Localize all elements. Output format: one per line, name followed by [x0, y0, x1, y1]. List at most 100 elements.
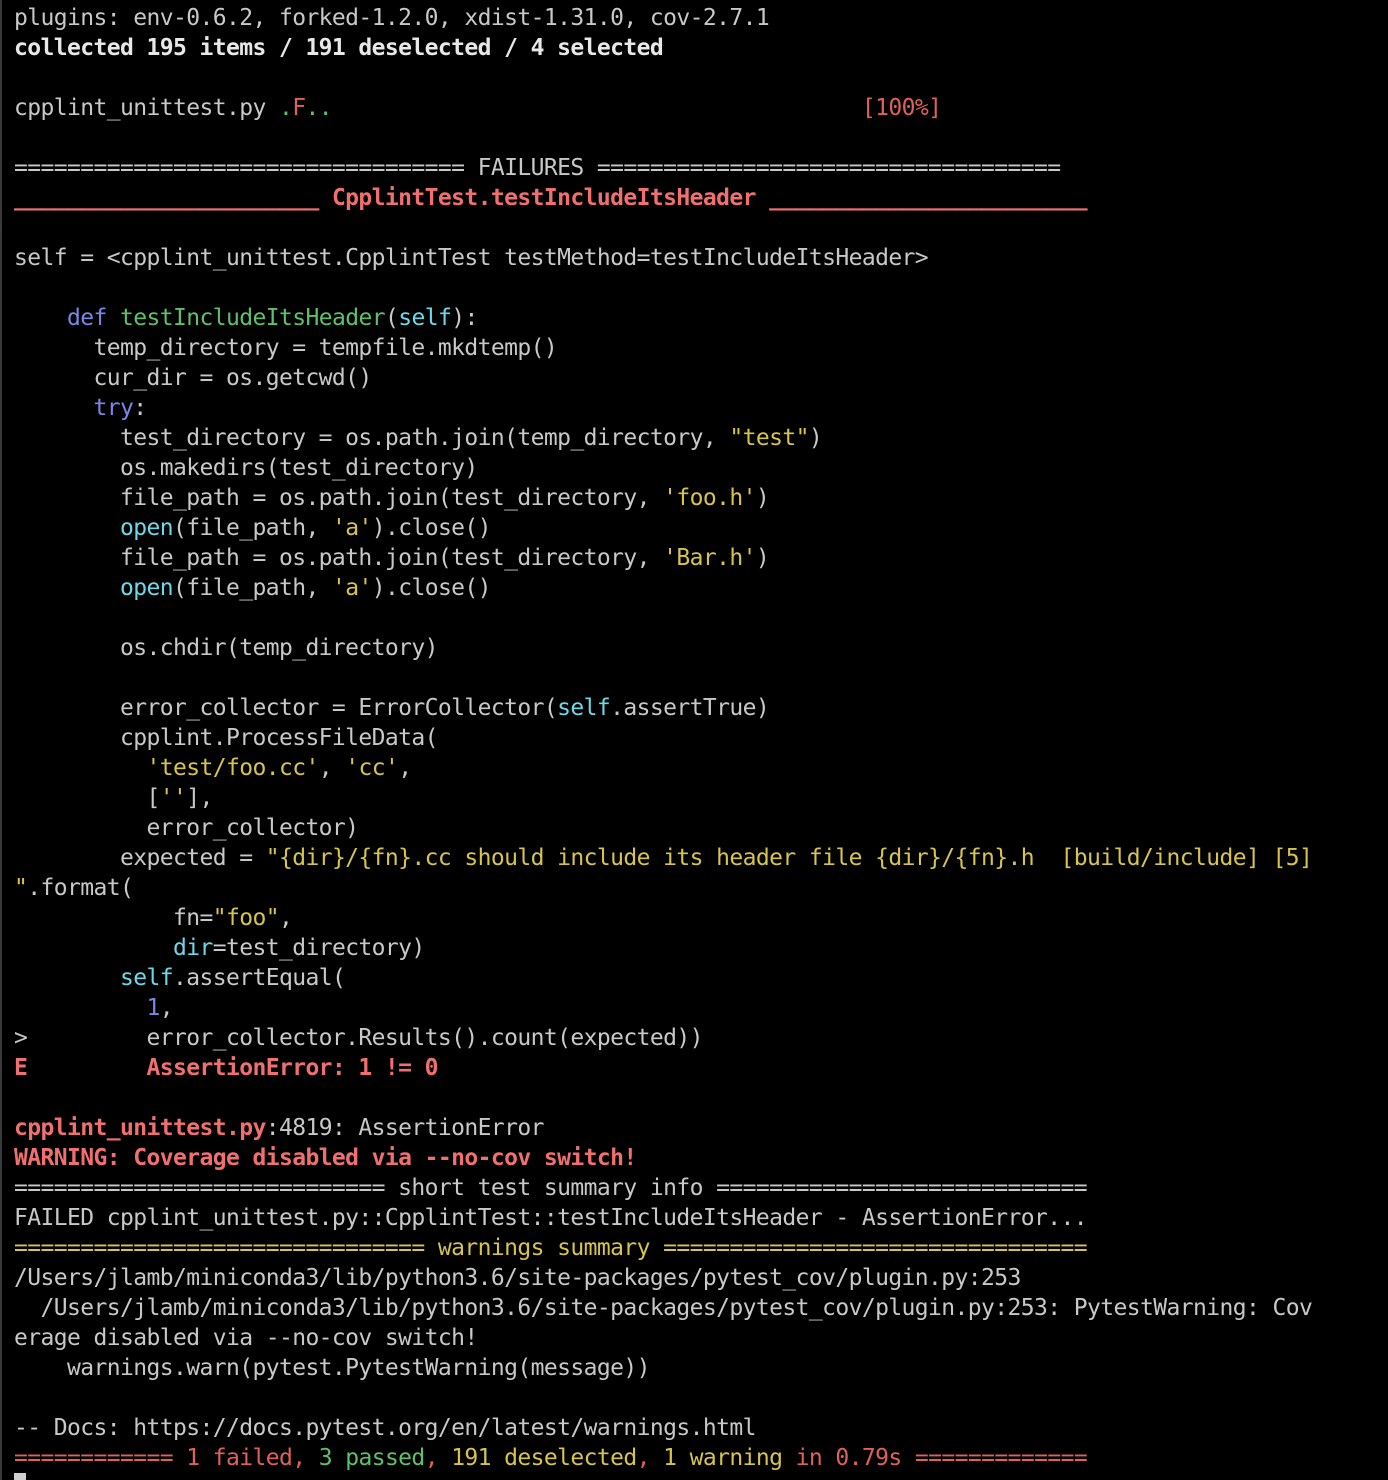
terminal-text: (file_path,	[172, 575, 332, 601]
terminal-line: plugins: env-0.6.2, forked-1.2.0, xdist-…	[14, 3, 1388, 33]
terminal-text: =============================== warnings…	[14, 1235, 1088, 1261]
terminal-text: )	[755, 485, 770, 511]
terminal-text: (	[384, 305, 399, 331]
terminal-text: _______________________	[14, 185, 332, 211]
terminal-text: error_collector)	[14, 815, 359, 841]
terminal-line: error_collector)	[14, 813, 1388, 843]
terminal-line: open(file_path, 'a').close()	[14, 573, 1388, 603]
terminal-text: 1	[146, 995, 160, 1021]
terminal-text: ).close()	[371, 575, 492, 601]
terminal-text: error_collector = ErrorCollector(	[14, 695, 558, 721]
terminal-text: file_path = os.path.join(test_directory,	[14, 485, 664, 511]
terminal-text: 'test/foo.cc'	[146, 755, 319, 781]
terminal-line: collected 195 items / 191 deselected / 4…	[14, 33, 1388, 63]
terminal-line: FAILED cpplint_unittest.py::CpplintTest:…	[14, 1203, 1388, 1233]
terminal-line: ============================ short test …	[14, 1173, 1388, 1203]
terminal-text: .assertEqual(	[172, 965, 346, 991]
terminal-text: self	[119, 965, 174, 991]
terminal-text: :	[133, 395, 147, 421]
terminal-text: /Users/jlamb/miniconda3/lib/python3.6/si…	[14, 1265, 1021, 1291]
terminal-text: open	[119, 515, 174, 541]
terminal-text: cpplint.ProcessFileData(	[14, 725, 439, 751]
terminal-line: self = <cpplint_unittest.CpplintTest tes…	[14, 243, 1388, 273]
terminal-line: error_collector = ErrorCollector(self.as…	[14, 693, 1388, 723]
terminal-text: plugins: env-0.6.2, forked-1.2.0, xdist-…	[14, 5, 770, 31]
terminal-text: [	[14, 785, 160, 811]
terminal-text: ).close()	[371, 515, 492, 541]
terminal-text: (file_path,	[172, 515, 332, 541]
terminal-text: file_path = os.path.join(test_directory,	[14, 545, 664, 571]
terminal-line: cpplint_unittest.py:4819: AssertionError	[14, 1113, 1388, 1143]
terminal-text: warnings.warn(pytest.PytestWarning(messa…	[14, 1355, 650, 1381]
terminal-line: os.chdir(temp_directory)	[14, 633, 1388, 663]
terminal-line: cpplint_unittest.py .F.. [100%]	[14, 93, 1388, 123]
terminal-text: self	[398, 305, 452, 331]
terminal-text: :4819: AssertionError	[265, 1115, 545, 1141]
terminal-line: test_directory = os.path.join(temp_direc…	[14, 423, 1388, 453]
terminal-text: erage disabled via --no-cov switch!	[14, 1325, 478, 1351]
terminal-text: .	[278, 95, 293, 121]
terminal-text: 'a'	[331, 515, 372, 541]
text-cursor	[14, 1473, 26, 1480]
terminal-line: 'test/foo.cc', 'cc',	[14, 753, 1388, 783]
terminal-line: /Users/jlamb/miniconda3/lib/python3.6/si…	[14, 1263, 1388, 1293]
terminal-line: =============================== warnings…	[14, 1233, 1388, 1263]
terminal-text: "test"	[729, 425, 809, 451]
terminal-line: _______________________ CpplintTest.test…	[14, 183, 1388, 213]
terminal-text: "	[14, 875, 28, 901]
terminal-text: ..	[305, 95, 332, 121]
terminal-line: cpplint.ProcessFileData(	[14, 723, 1388, 753]
terminal-line: /Users/jlamb/miniconda3/lib/python3.6/si…	[14, 1293, 1388, 1323]
terminal-text: ________________________	[755, 185, 1088, 211]
terminal-line: def testIncludeItsHeader(self):	[14, 303, 1388, 333]
terminal-line: erage disabled via --no-cov switch!	[14, 1323, 1388, 1353]
terminal-line: dir=test_directory)	[14, 933, 1388, 963]
terminal-text: /Users/jlamb/miniconda3/lib/python3.6/si…	[14, 1295, 1313, 1321]
terminal-line: cur_dir = os.getcwd()	[14, 363, 1388, 393]
terminal-text: cpplint_unittest.py	[14, 95, 279, 121]
terminal-text: 'a'	[331, 575, 372, 601]
terminal-text: F	[292, 95, 306, 121]
terminal-line: os.makedirs(test_directory)	[14, 453, 1388, 483]
terminal-text: ,	[424, 1445, 452, 1471]
terminal-text: CpplintTest.testIncludeItsHeader	[331, 185, 757, 211]
terminal-text: [100%]	[331, 95, 942, 121]
terminal-line: -- Docs: https://docs.pytest.org/en/late…	[14, 1413, 1388, 1443]
terminal-text: ,	[278, 905, 293, 931]
terminal-text: ,	[636, 1445, 664, 1471]
terminal-text: test_directory = os.path.join(temp_direc…	[14, 425, 730, 451]
terminal-text: ,	[318, 755, 346, 781]
terminal-text: ============================ short test …	[14, 1175, 1088, 1201]
terminal-text: cpplint_unittest.py	[14, 1115, 266, 1141]
prompt-line[interactable]	[14, 1473, 1388, 1480]
terminal-text: 'Bar.h'	[663, 545, 756, 571]
terminal-line: fn="foo",	[14, 903, 1388, 933]
terminal-text: -- Docs: https://docs.pytest.org/en/late…	[14, 1415, 756, 1441]
terminal-line: [''],	[14, 783, 1388, 813]
terminal-text: FAILED cpplint_unittest.py::CpplintTest:…	[14, 1205, 1088, 1231]
terminal-text: expected =	[14, 845, 266, 871]
terminal-text: 191 deselected	[451, 1445, 637, 1471]
terminal-text: in	[782, 1445, 836, 1471]
terminal-text: os.chdir(temp_directory)	[14, 635, 439, 661]
terminal-line: try:	[14, 393, 1388, 423]
terminal-window[interactable]: plugins: env-0.6.2, forked-1.2.0, xdist-…	[0, 0, 1388, 1480]
terminal-line: WARNING: Coverage disabled via --no-cov …	[14, 1143, 1388, 1173]
terminal-text: 'cc'	[345, 755, 399, 781]
terminal-text: self	[557, 695, 611, 721]
terminal-line: ================================== FAILU…	[14, 153, 1388, 183]
terminal-text: os.makedirs(test_directory)	[14, 455, 478, 481]
terminal-text: dir	[172, 935, 213, 961]
terminal-text: ,	[398, 755, 412, 781]
terminal-text: E AssertionError: 1 != 0	[14, 1055, 439, 1081]
